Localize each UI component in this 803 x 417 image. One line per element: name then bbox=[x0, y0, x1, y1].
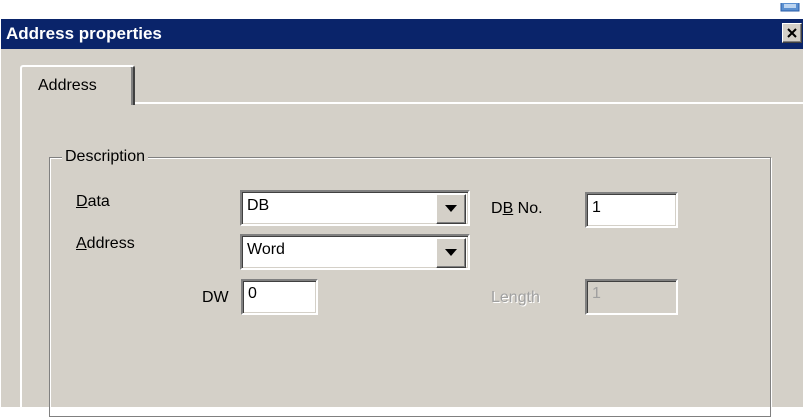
dw-label: DW bbox=[202, 289, 229, 306]
address-select-value: Word bbox=[247, 241, 285, 258]
description-group-label: Description bbox=[62, 147, 149, 167]
background-app-icon-fragment bbox=[779, 0, 803, 13]
data-select-value: DB bbox=[247, 197, 270, 214]
length-input: 1 bbox=[585, 279, 678, 315]
db-no-input[interactable]: 1 bbox=[585, 192, 678, 228]
data-label-rest: ata bbox=[87, 193, 110, 210]
db-no-label-rest: No. bbox=[513, 200, 543, 217]
data-dropdown-button[interactable] bbox=[436, 194, 466, 224]
address-label-rest: ddress bbox=[86, 235, 135, 252]
db-no-value: 1 bbox=[592, 199, 601, 216]
address-label-mnemonic: A bbox=[76, 235, 87, 252]
close-icon bbox=[787, 28, 797, 38]
data-label: Data bbox=[76, 192, 110, 212]
chevron-down-icon bbox=[445, 205, 457, 212]
chevron-down-icon bbox=[445, 249, 457, 256]
dialog-title: Address properties bbox=[6, 24, 162, 43]
tab-address-label: Address bbox=[38, 77, 97, 94]
address-label: Address bbox=[76, 234, 135, 254]
dw-value: 0 bbox=[248, 285, 257, 302]
close-button[interactable] bbox=[782, 23, 802, 43]
length-label: Length bbox=[491, 289, 540, 306]
data-label-mnemonic: D bbox=[76, 193, 88, 210]
data-select[interactable]: DB bbox=[240, 190, 470, 226]
address-select[interactable]: Word bbox=[240, 234, 470, 270]
db-no-label-mnemonic: B bbox=[502, 200, 514, 217]
address-dropdown-button[interactable] bbox=[436, 238, 466, 268]
length-value: 1 bbox=[592, 285, 601, 302]
dw-input[interactable]: 0 bbox=[241, 279, 318, 315]
db-no-label: DB No. bbox=[491, 199, 543, 219]
db-no-label-pre: D bbox=[491, 200, 503, 217]
